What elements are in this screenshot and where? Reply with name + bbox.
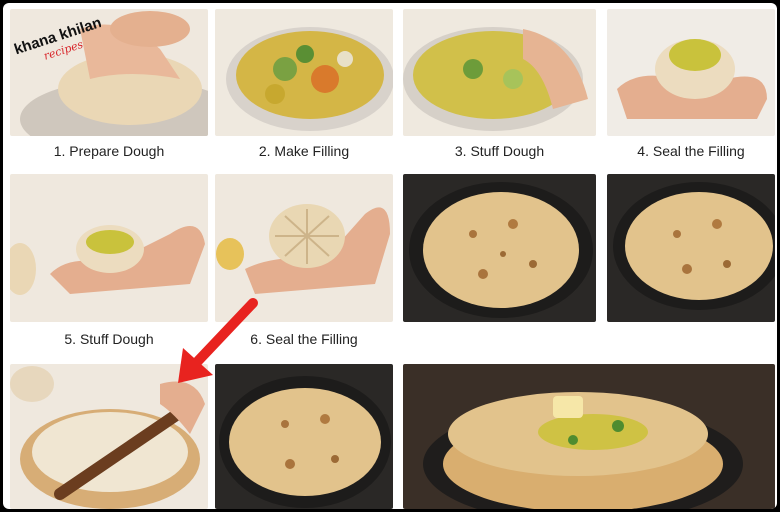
photo-make-filling	[215, 9, 393, 136]
recipe-collage: 1. Prepare Dough 2. Make Filling 3. Stuf…	[3, 3, 777, 509]
step-4-caption: 4. Seal the Filling	[637, 143, 745, 159]
photo-cooked-paratha-1	[403, 174, 596, 322]
step-1-caption: 1. Prepare Dough	[53, 143, 165, 159]
red-arrow-icon	[163, 293, 263, 393]
photo-seal-filling-1	[607, 9, 775, 136]
step-2-caption: 2. Make Filling	[258, 143, 350, 159]
step-3-caption: 3. Stuff Dough	[454, 143, 545, 159]
photo-stuff-dough-1	[403, 9, 596, 136]
brand-logo: khana khilana recipes	[11, 9, 101, 69]
photo-served-paratha	[403, 364, 775, 509]
photo-cooked-paratha-2	[607, 174, 775, 322]
